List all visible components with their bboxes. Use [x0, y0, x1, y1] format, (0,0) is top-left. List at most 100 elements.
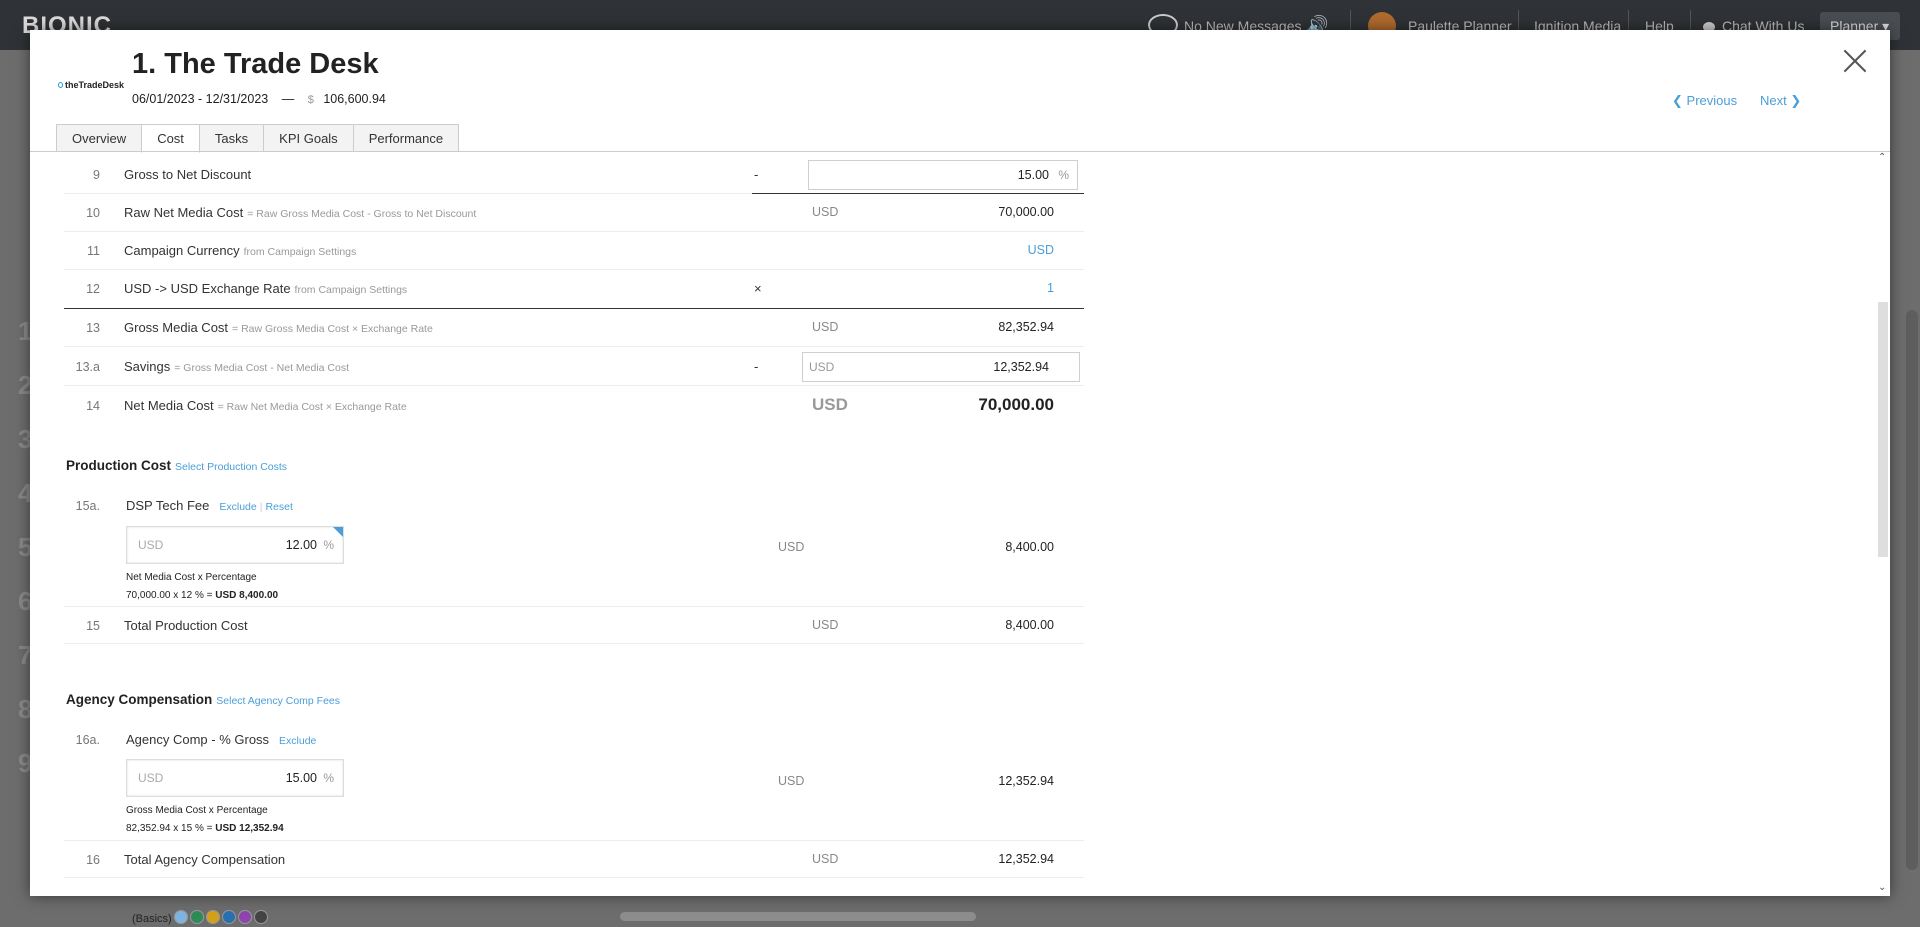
savings-input[interactable]: USD 12,352.94	[802, 352, 1080, 382]
swatch[interactable]	[238, 910, 252, 924]
row-number: 13	[86, 321, 100, 335]
swatch[interactable]	[206, 910, 220, 924]
row-number: 13.a	[75, 360, 100, 374]
tab-tasks[interactable]: Tasks	[198, 124, 265, 152]
row-label: Net Media Cost = Raw Net Media Cost × Exc…	[124, 398, 407, 413]
modal-scrollbar[interactable]: ⌃ ⌄	[1876, 152, 1890, 896]
cost-row-net-media: 14 Net Media Cost = Raw Net Media Cost × …	[64, 387, 1084, 427]
swatch[interactable]	[190, 910, 204, 924]
tab-overview[interactable]: Overview	[56, 124, 143, 152]
currency-label: USD	[778, 774, 805, 788]
fee-value[interactable]: 15.00	[286, 771, 317, 785]
flight-summary: 06/01/2023 - 12/31/2023 — $ 106,600.94	[132, 92, 386, 106]
swatch[interactable]	[222, 910, 236, 924]
row-number: 11	[87, 244, 100, 258]
discount-input[interactable]: 15.00 %	[808, 160, 1078, 190]
budget-amount: 106,600.94	[323, 92, 386, 106]
currency-label: USD	[812, 852, 839, 866]
previous-button[interactable]: ❮ Previous	[1672, 93, 1737, 109]
currency-label: USD	[812, 205, 839, 219]
select-agency-comp-fees-link[interactable]: Select Agency Comp Fees	[216, 695, 340, 707]
currency-label: USD	[778, 540, 805, 554]
chevron-left-icon: ❮	[1672, 93, 1683, 108]
exclude-link[interactable]: Exclude	[279, 735, 316, 747]
scrollbar-thumb[interactable]	[1878, 302, 1888, 557]
agency-comp-label: Agency Comp - % Gross Exclude	[126, 732, 317, 747]
calc-formula: Gross Media Cost x Percentage	[126, 805, 268, 816]
exclude-link[interactable]: Exclude	[219, 501, 256, 513]
row-label: Savings = Gross Media Cost - Net Media Co…	[124, 359, 350, 374]
currency-label: USD	[138, 771, 164, 785]
row-number: 16	[86, 853, 100, 867]
exchange-rate-link[interactable]: 1	[1047, 281, 1054, 295]
campaign-currency-link[interactable]: USD	[1028, 243, 1054, 257]
background-horizontal-scrollbar[interactable]	[620, 912, 976, 921]
next-button[interactable]: Next ❯	[1760, 93, 1801, 109]
scroll-up-icon[interactable]: ⌃	[1878, 152, 1886, 163]
row-label: Total Production Cost	[124, 618, 248, 633]
row-number: 14	[86, 399, 100, 413]
row-number: 15a.	[75, 499, 100, 513]
calc-line: 70,000.00 x 12 % = USD 8,400.00	[126, 590, 279, 601]
dsp-tech-fee-label: DSP Tech Fee Exclude | Reset	[126, 498, 293, 513]
currency-label: USD	[138, 538, 164, 552]
row-label: USD -> USD Exchange Rate from Campaign Se…	[124, 281, 408, 296]
tab-kpi-goals[interactable]: KPI Goals	[263, 124, 354, 152]
tab-cost[interactable]: Cost	[141, 124, 200, 153]
tab-performance[interactable]: Performance	[352, 124, 460, 152]
cost-row-campaign-currency: 11 Campaign Currency from Campaign Settin…	[64, 232, 1084, 270]
percent-unit: %	[1058, 168, 1069, 182]
currency-symbol: $	[307, 94, 314, 106]
row-number: 15	[86, 619, 100, 633]
row-number: 12	[86, 282, 100, 296]
production-cost-heading: Production Cost Select Production Costs	[66, 458, 288, 473]
cost-panel: 9 Gross to Net Discount - 15.00 % 10 Raw…	[30, 152, 1876, 896]
row-number: 9	[93, 168, 100, 182]
swatch[interactable]	[174, 910, 188, 924]
dsp-tech-fee-amount: 8,400.00	[1005, 540, 1054, 554]
swatch[interactable]	[254, 910, 268, 924]
separator: —	[281, 92, 295, 106]
color-swatches	[174, 910, 268, 924]
currency-label: USD	[809, 360, 835, 374]
row-amount: 82,352.94	[998, 320, 1054, 334]
row-label: Campaign Currency from Campaign Settings	[124, 243, 357, 258]
cost-row-gross-to-net: 9 Gross to Net Discount - 15.00 %	[64, 156, 1084, 194]
scroll-down-icon[interactable]: ⌄	[1878, 882, 1886, 893]
row-amount: 70,000.00	[998, 205, 1054, 219]
operator: -	[754, 167, 759, 182]
total-production-amount: 8,400.00	[1005, 618, 1054, 632]
total-agency-row: 16 Total Agency Compensation USD 12,352.…	[64, 840, 1084, 878]
cost-row-raw-net-media: 10 Raw Net Media Cost = Raw Gross Media C…	[64, 193, 1084, 232]
date-range: 06/01/2023 - 12/31/2023	[132, 92, 269, 106]
savings-value[interactable]: 12,352.94	[993, 360, 1049, 374]
percent-unit: %	[323, 538, 334, 552]
select-production-costs-link[interactable]: Select Production Costs	[175, 461, 287, 473]
total-agency-amount: 12,352.94	[998, 852, 1054, 866]
discount-value[interactable]: 15.00	[1018, 168, 1049, 182]
dsp-tech-fee-input[interactable]: USD 12.00 %	[126, 526, 344, 564]
cost-row-savings: 13.a Savings = Gross Media Cost - Net Med…	[64, 348, 1084, 386]
operator: ×	[754, 281, 762, 296]
operator: -	[754, 359, 759, 374]
agency-comp-amount: 12,352.94	[998, 774, 1054, 788]
calc-line: 82,352.94 x 15 % = USD 12,352.94	[126, 823, 284, 834]
close-button[interactable]	[1842, 48, 1868, 74]
fee-value[interactable]: 12.00	[286, 538, 317, 552]
agency-comp-input[interactable]: USD 15.00 %	[126, 759, 344, 797]
cost-row-gross-media: 13 Gross Media Cost = Raw Gross Media Cos…	[64, 309, 1084, 347]
tab-bar: Overview Cost Tasks KPI Goals Performanc…	[56, 124, 460, 153]
net-media-total: 70,000.00	[978, 395, 1054, 414]
background-scrollbar[interactable]	[1906, 310, 1918, 870]
edited-indicator	[333, 527, 343, 537]
vendor-logo: theTradeDesk	[58, 73, 124, 97]
row-number: 10	[86, 206, 100, 220]
agency-compensation-heading: Agency Compensation Select Agency Comp Fe…	[66, 692, 341, 707]
cost-row-exchange-rate: 12 USD -> USD Exchange Rate from Campaign…	[64, 270, 1084, 309]
calc-formula: Net Media Cost x Percentage	[126, 572, 257, 583]
row-label: Total Agency Compensation	[124, 852, 286, 867]
row-label: Raw Net Media Cost = Raw Gross Media Cost…	[124, 205, 477, 220]
reset-link[interactable]: Reset	[265, 501, 292, 513]
basics-label: (Basics)	[132, 913, 172, 925]
row-number: 16a.	[75, 733, 100, 747]
